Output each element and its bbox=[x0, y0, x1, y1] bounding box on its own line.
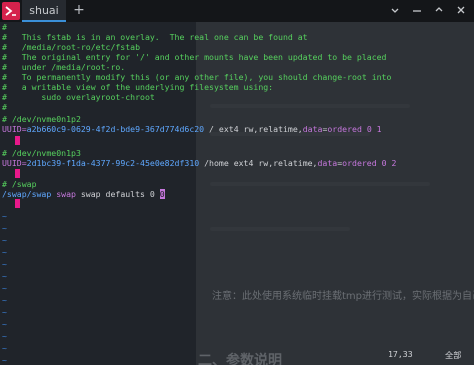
close-icon[interactable] bbox=[454, 3, 468, 17]
fstab-comment-line: # To permanently modify this (or any oth… bbox=[2, 72, 392, 82]
data-option: data bbox=[317, 158, 338, 168]
empty-line-tilde: ~ bbox=[2, 307, 7, 317]
ordered-option: ordered bbox=[327, 124, 362, 134]
empty-line-tilde: ~ bbox=[2, 331, 7, 341]
text-cursor: 0 bbox=[159, 189, 165, 199]
dump-pass-fields: 0 2 bbox=[376, 158, 397, 168]
fstab-comment-line: # /media/root-ro/etc/fstab bbox=[2, 42, 141, 52]
scroll-position: 全部 bbox=[445, 350, 462, 360]
empty-line-tilde: ~ bbox=[2, 235, 7, 245]
empty-line-tilde: ~ bbox=[2, 247, 7, 257]
empty-line-tilde: ~ bbox=[2, 343, 7, 353]
tab-shuai[interactable]: shuai bbox=[22, 0, 66, 22]
terminal-text-area[interactable]: # # This fstab is in an overlay. The rea… bbox=[0, 22, 474, 365]
terminal-app-icon[interactable] bbox=[2, 2, 20, 20]
terminal-window: 注意：此处使用系统临时挂载tmp进行测试，实际根据为自己的系统目录 二、参数说明… bbox=[0, 0, 474, 365]
fstab-comment-line: # under /media/root-ro. bbox=[2, 62, 126, 72]
swap-comment: # /swap bbox=[2, 179, 37, 189]
uuid-key: UUID= bbox=[2, 158, 27, 168]
maximize-icon[interactable] bbox=[432, 3, 446, 17]
mount-options: / ext4 rw,relatime, bbox=[204, 124, 303, 134]
swap-path: /swap/swap bbox=[2, 189, 52, 199]
nvme-p3-comment: # /dev/nvme0n1p3 bbox=[2, 148, 81, 158]
empty-line-tilde: ~ bbox=[2, 259, 7, 269]
data-option: data bbox=[302, 124, 323, 134]
empty-line-tilde: ~ bbox=[2, 271, 7, 281]
minimize-icon[interactable] bbox=[410, 3, 424, 17]
swap-options: defaults 0 bbox=[100, 189, 160, 199]
blank-line-marker bbox=[15, 169, 20, 178]
uuid-key: UUID= bbox=[2, 124, 27, 134]
blank-line-marker bbox=[15, 136, 20, 145]
empty-line-tilde: ~ bbox=[2, 319, 7, 329]
fstab-comment-line: # a writable view of the underlying file… bbox=[2, 82, 274, 92]
mount-options: /home ext4 rw,relatime, bbox=[199, 158, 318, 168]
swap-type: swap bbox=[75, 189, 101, 199]
empty-line-tilde: ~ bbox=[2, 355, 7, 365]
title-bar: shuai + bbox=[0, 0, 474, 22]
fstab-comment-line: # The original entry for '/' and other m… bbox=[2, 52, 387, 62]
empty-line-tilde: ~ bbox=[2, 211, 7, 221]
swap-mount: swap bbox=[51, 189, 76, 199]
empty-line-tilde: ~ bbox=[2, 295, 7, 305]
add-tab-button[interactable]: + bbox=[72, 0, 86, 22]
uuid-value: a2b660c9-0629-4f2d-bde9-367d774d6c20 bbox=[26, 124, 205, 134]
cursor-position: 17,33 bbox=[388, 349, 413, 359]
fstab-comment-line: # This fstab is in an overlay. The real … bbox=[2, 32, 308, 42]
uuid-value: 2d1bc39-f1da-4377-99c2-45e0e82df310 bbox=[26, 158, 200, 168]
chevron-down-icon[interactable] bbox=[388, 3, 402, 17]
empty-line-tilde: ~ bbox=[2, 223, 7, 233]
nvme-p2-entry: UUID=a2b660c9-0629-4f2d-bde9-367d774d6c2… bbox=[2, 124, 382, 134]
swap-entry: /swap/swap swap swap defaults 0 0 bbox=[2, 189, 165, 199]
empty-line-tilde: ~ bbox=[2, 283, 7, 293]
fstab-comment-line: # bbox=[2, 102, 7, 112]
ordered-option: ordered bbox=[342, 158, 377, 168]
blank-line-marker bbox=[15, 199, 20, 208]
dump-pass-fields: 0 1 bbox=[361, 124, 382, 134]
fstab-comment-line: # sudo overlayroot-chroot bbox=[2, 92, 155, 102]
fstab-comment-line: # bbox=[2, 22, 7, 32]
nvme-p2-comment: # /dev/nvme0n1p2 bbox=[2, 114, 81, 124]
nvme-p3-entry: UUID=2d1bc39-f1da-4377-99c2-45e0e82df310… bbox=[2, 158, 396, 168]
